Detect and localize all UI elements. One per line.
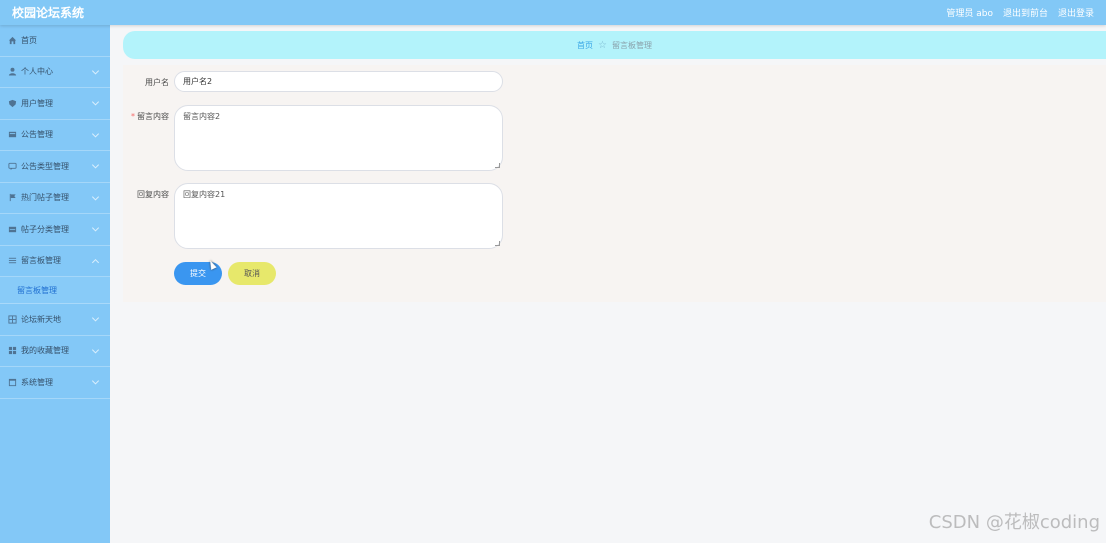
sidebar-item-post-categories[interactable]: 帖子分类管理 [0, 214, 110, 246]
sidebar-item-notice-types[interactable]: 公告类型管理 [0, 151, 110, 183]
reply-textarea[interactable]: 回复内容21 [174, 183, 503, 249]
breadcrumb: 首页 ☆ 留言板管理 [123, 31, 1106, 59]
chevron-down-icon [91, 377, 100, 385]
breadcrumb-current: 留言板管理 [611, 40, 652, 50]
chevron-down-icon [91, 130, 100, 138]
sidebar-item-forum[interactable]: 论坛新天地 [0, 304, 110, 336]
sidebar-item-label: 论坛新天地 [21, 314, 61, 324]
home-icon [7, 35, 17, 45]
top-header: 校园论坛系统 管理员 abo 退出到前台 退出登录 [0, 0, 1106, 25]
sidebar-subitem-label: 留言板管理 [17, 285, 57, 295]
sidebar-item-notices[interactable]: 公告管理 [0, 120, 110, 151]
sidebar-item-home[interactable]: 首页 [0, 25, 110, 57]
sidebar-item-label: 个人中心 [21, 67, 53, 77]
sidebar: 首页 个人中心 用户管理 公告管理 公告类型管理 热门帖子管理 帖子分类管理 留… [0, 25, 110, 543]
resize-handle[interactable] [495, 241, 500, 246]
chevron-down-icon [91, 346, 100, 354]
sidebar-item-system[interactable]: 系统管理 [0, 367, 110, 399]
grid-icon [7, 314, 17, 324]
list-icon [7, 224, 17, 234]
notice-icon [7, 130, 17, 140]
content-textarea[interactable]: 留言内容2 [174, 105, 503, 171]
chevron-up-icon [91, 258, 100, 266]
flag-icon [7, 193, 17, 203]
admin-user-label: 管理员 abo [946, 9, 993, 19]
sidebar-item-favorites[interactable]: 我的收藏管理 [0, 336, 110, 367]
header-actions: 管理员 abo 退出到前台 退出登录 [936, 6, 1106, 19]
content-label-row: * 留言内容 [123, 111, 169, 122]
sidebar-item-profile[interactable]: 个人中心 [0, 57, 110, 88]
sidebar-item-label: 留言板管理 [21, 256, 61, 266]
chat-icon [7, 161, 17, 171]
sidebar-subitem-message-board[interactable]: 留言板管理 [0, 277, 110, 304]
menu-icon [7, 256, 17, 266]
username-label: 用户名 [145, 78, 169, 87]
sidebar-item-hot-posts[interactable]: 热门帖子管理 [0, 183, 110, 214]
sidebar-item-label: 用户管理 [21, 98, 53, 108]
chevron-down-icon [91, 67, 100, 75]
chevron-down-icon [91, 161, 100, 169]
shield-icon [7, 98, 17, 108]
cancel-button[interactable]: 取消 [228, 262, 276, 285]
resize-handle[interactable] [495, 163, 500, 168]
required-marker: * [131, 112, 135, 121]
sidebar-item-message-board[interactable]: 留言板管理 [0, 246, 110, 277]
user-icon [7, 67, 17, 77]
message-form-panel: 用户名 用户名2 * 留言内容 留言内容2 回复内容 回复内容21 提交 取消 [123, 65, 1106, 302]
logout-link[interactable]: 退出登录 [1058, 6, 1094, 19]
sidebar-item-label: 我的收藏管理 [21, 346, 69, 356]
watermark: CSDN @花椒coding [928, 512, 1100, 533]
sidebar-item-label: 热门帖子管理 [21, 193, 69, 203]
app-title: 校园论坛系统 [12, 6, 85, 20]
chevron-down-icon [91, 314, 100, 322]
chevron-down-icon [91, 224, 100, 232]
breadcrumb-home-link[interactable]: 首页 [577, 40, 593, 51]
window-icon [7, 377, 17, 387]
back-to-front-link[interactable]: 退出到前台 [1003, 6, 1048, 19]
content-label: 留言内容 [137, 112, 169, 121]
sidebar-item-users[interactable]: 用户管理 [0, 88, 110, 120]
apps-icon [7, 346, 17, 356]
chevron-down-icon [91, 193, 100, 201]
sidebar-item-label: 帖子分类管理 [21, 224, 69, 234]
sidebar-item-label: 公告管理 [21, 130, 53, 140]
chevron-down-icon [91, 98, 100, 106]
star-icon: ☆ [598, 39, 607, 51]
content-text: 留言内容2 [183, 112, 221, 121]
reply-label: 回复内容 [137, 190, 169, 199]
sidebar-item-label: 首页 [21, 35, 37, 45]
sidebar-item-label: 系统管理 [21, 377, 53, 387]
sidebar-item-label: 公告类型管理 [21, 161, 69, 171]
reply-text: 回复内容21 [183, 190, 226, 199]
username-input[interactable]: 用户名2 [174, 71, 503, 92]
